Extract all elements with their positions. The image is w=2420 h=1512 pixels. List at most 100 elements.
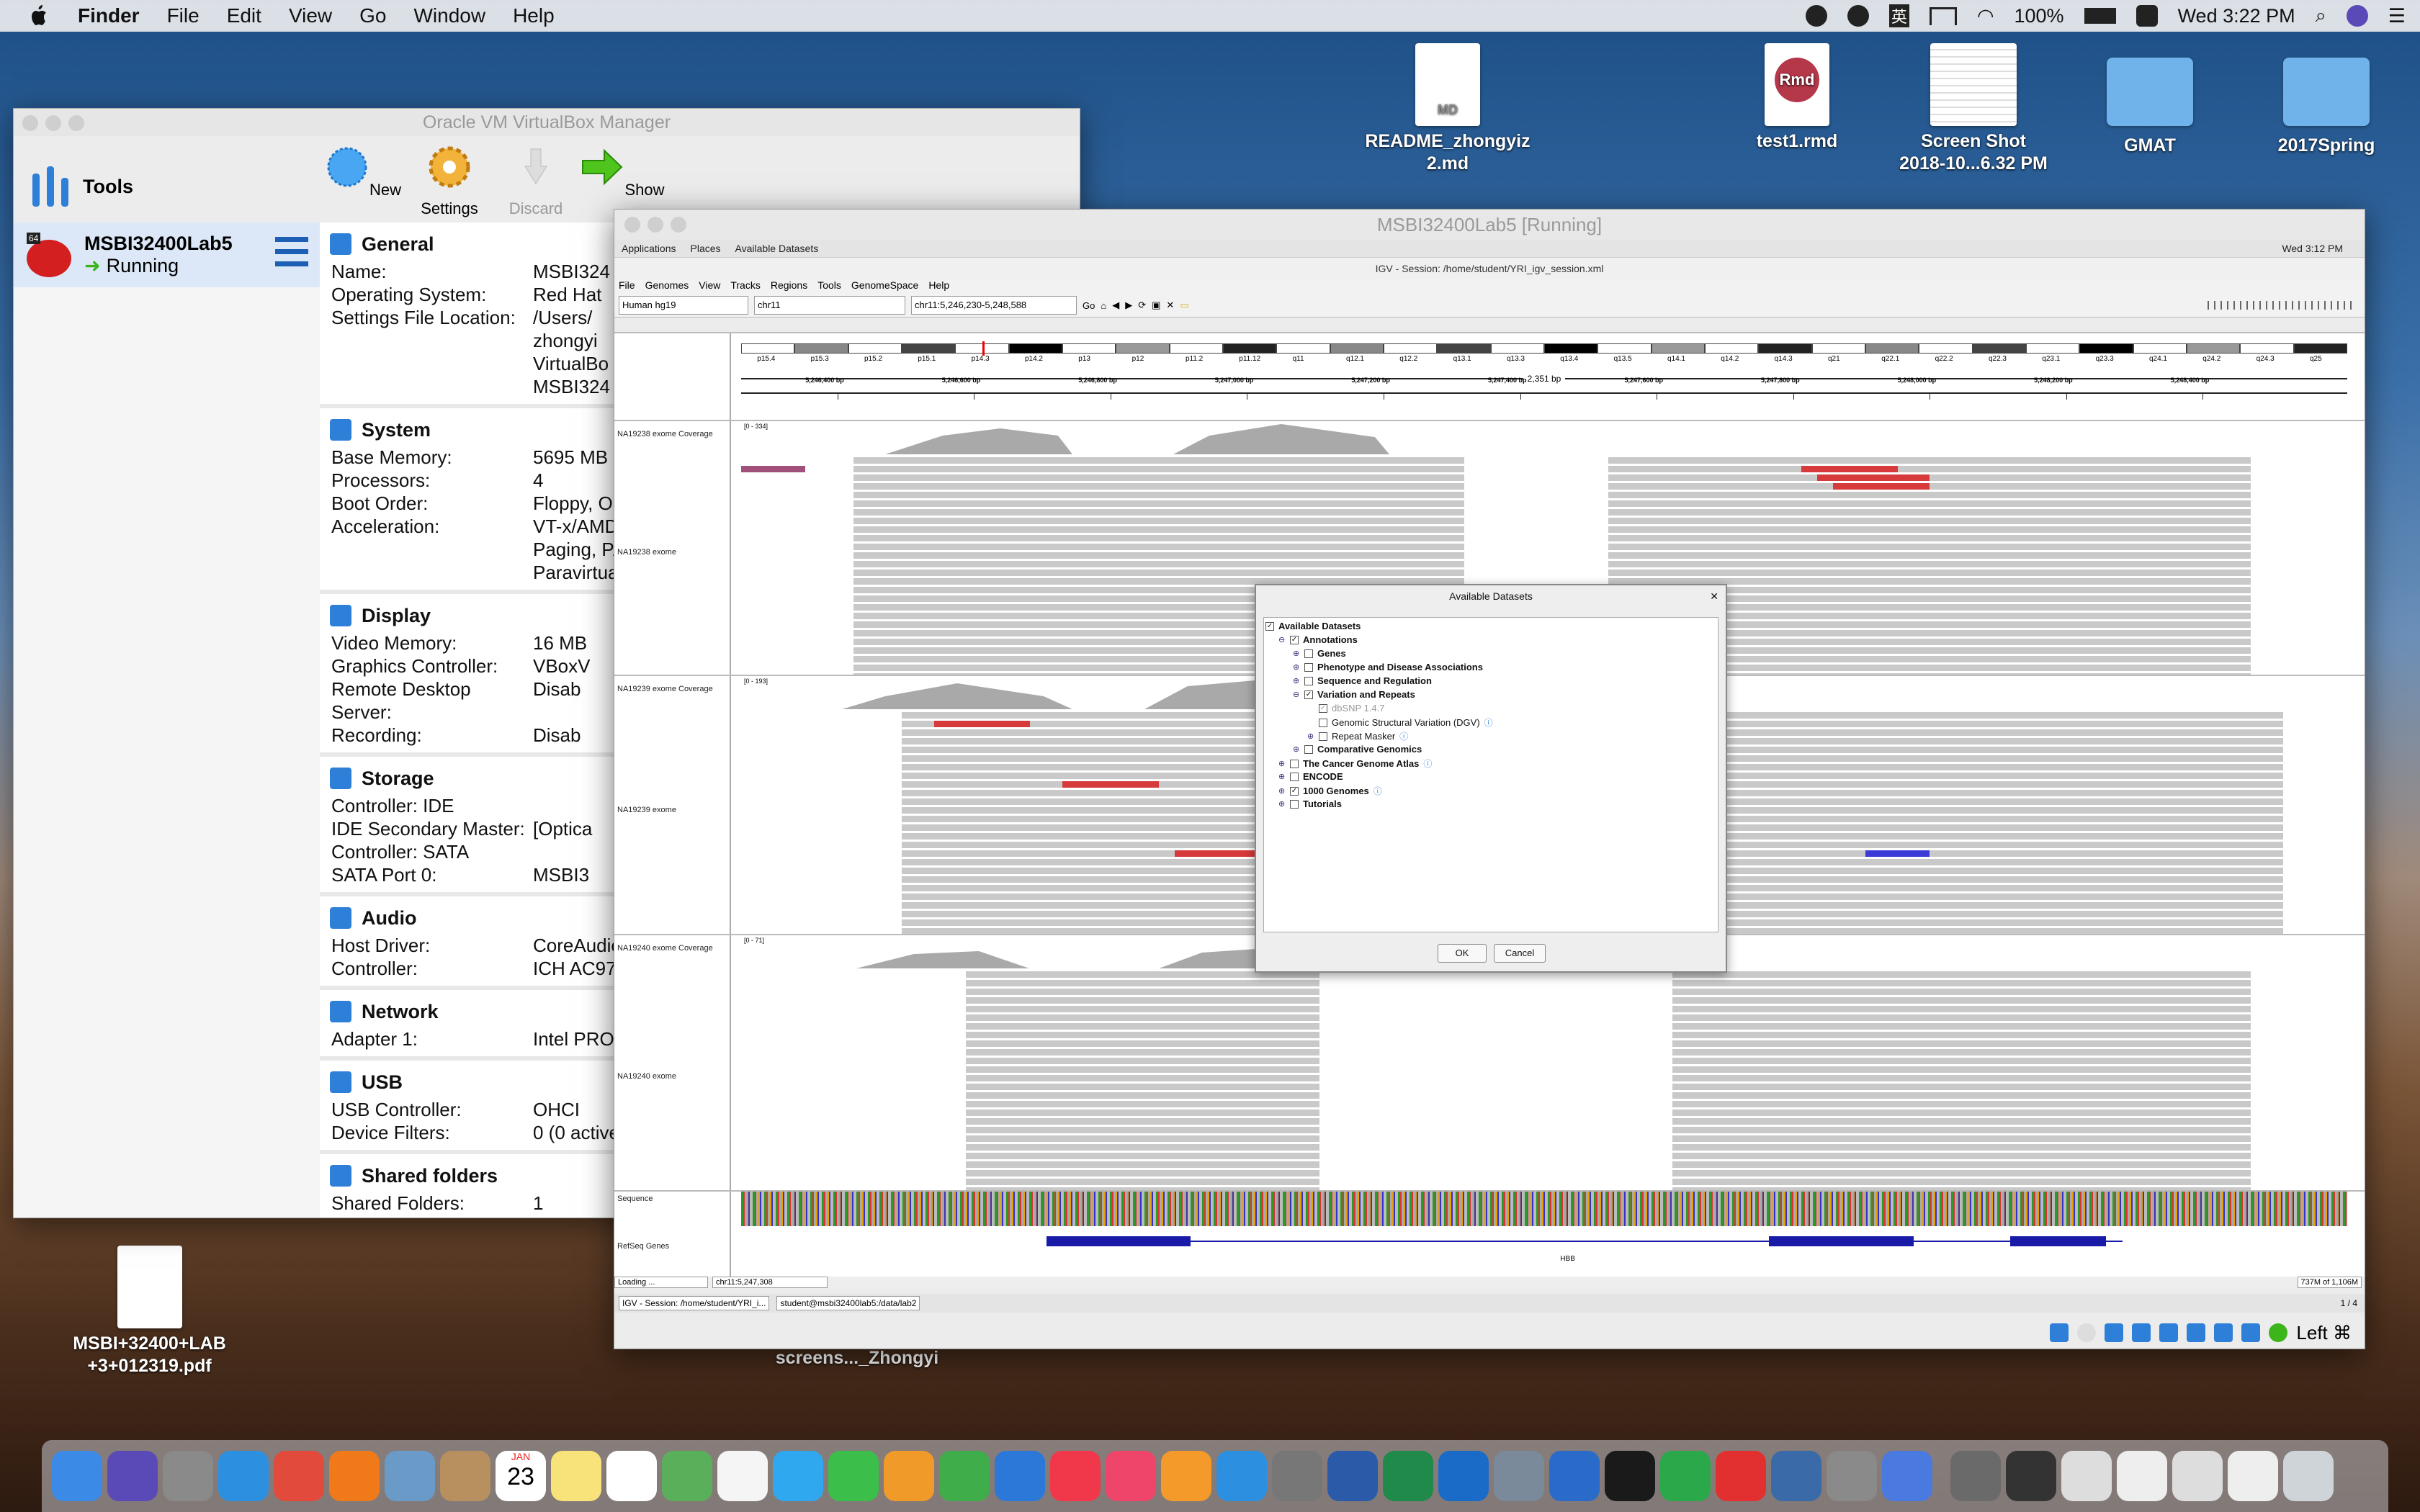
shared-folders-icon[interactable]	[2187, 1323, 2206, 1342]
cytoband[interactable]	[2240, 343, 2294, 354]
display-icon[interactable]	[2214, 1323, 2233, 1342]
back-icon[interactable]: ◀	[1112, 300, 1119, 311]
battery-icon[interactable]	[2084, 8, 2116, 24]
dataset-checkbox[interactable]	[1304, 744, 1313, 754]
minimize-button[interactable]	[45, 115, 61, 131]
forward-icon[interactable]: ▶	[1125, 300, 1132, 311]
cytoband[interactable]	[1223, 343, 1277, 354]
mouse-integration-icon[interactable]	[2241, 1323, 2261, 1342]
dataset-checkbox[interactable]	[1304, 676, 1313, 685]
news-icon[interactable]	[1050, 1451, 1101, 1501]
tools-item[interactable]: Tools	[14, 136, 320, 210]
network-icon[interactable]	[2132, 1323, 2151, 1342]
trash-icon[interactable]	[2283, 1451, 2334, 1501]
cytoband[interactable]	[2187, 343, 2241, 354]
dataset-tree-item[interactable]: ✓ dbSNP 1.4.7	[1307, 703, 1384, 714]
system-preferences-icon[interactable]	[1272, 1451, 1322, 1501]
expand-icon[interactable]: ⊕	[1293, 744, 1300, 754]
chromosome-ideogram[interactable]	[741, 341, 2347, 356]
cytoband[interactable]	[741, 343, 795, 354]
igv-menu-genomespace[interactable]: GenomeSpace	[851, 279, 918, 294]
feature-track[interactable]: HBB	[741, 1192, 2347, 1277]
app-store-icon[interactable]	[1216, 1451, 1267, 1501]
desktop-file-screenshot[interactable]: Screen Shot 2018-10...6.32 PM	[1887, 43, 2060, 175]
dataset-checkbox[interactable]	[1319, 732, 1327, 741]
igv-menu-regions[interactable]: Regions	[771, 279, 807, 294]
gnome-clock[interactable]: Wed 3:12 PM	[2282, 243, 2343, 254]
audio-icon[interactable]	[2105, 1323, 2124, 1342]
finder-icon[interactable]	[52, 1451, 102, 1501]
mismatch-read[interactable]	[741, 466, 806, 472]
downloads-stack-icon[interactable]	[2117, 1451, 2167, 1501]
info-icon[interactable]: ⓘ	[1423, 757, 1432, 770]
wifi-icon[interactable]: ◠	[1977, 5, 1994, 27]
minimize-button[interactable]	[647, 217, 663, 233]
cytoband[interactable]	[1437, 343, 1491, 354]
screenshot-app-icon[interactable]	[1950, 1451, 2001, 1501]
collapse-icon[interactable]: ⊖	[1293, 690, 1300, 699]
cytoband[interactable]	[1811, 343, 1865, 354]
dataset-tree-item[interactable]: Genomic Structural Variation (DGV) ⓘ	[1307, 716, 1493, 729]
menu-edit[interactable]: Edit	[227, 4, 261, 27]
gene-exon[interactable]	[1769, 1236, 1914, 1246]
cytoband[interactable]	[2026, 343, 2080, 354]
sequence-track-name[interactable]: Sequence	[617, 1194, 653, 1203]
ruler-track[interactable]: p15.4 p15.3 p15.2 p15.1 p14.3 p14.2 p13 p12 p11.…	[741, 333, 2347, 420]
dataset-checkbox[interactable]	[1290, 799, 1299, 809]
optical-disk-icon[interactable]	[2077, 1323, 2097, 1342]
close-button[interactable]	[624, 217, 640, 233]
dataset-tree-item[interactable]: ⊕ Repeat Masker ⓘ	[1307, 730, 1408, 742]
numbers-icon[interactable]	[939, 1451, 990, 1501]
alignment-track-name[interactable]: NA19240 exome	[617, 1072, 676, 1081]
virtualbox-icon[interactable]	[1771, 1451, 1821, 1501]
mismatch-read[interactable]	[1865, 850, 1930, 857]
harddisk-icon[interactable]	[2050, 1323, 2069, 1342]
igv-menu-file[interactable]: File	[619, 279, 635, 294]
cytoband[interactable]	[1705, 343, 1759, 354]
dataset-tree-item[interactable]: ⊕ ✓ 1000 Genomes ⓘ	[1278, 785, 1382, 797]
igv-menu-genomes[interactable]: Genomes	[645, 279, 689, 294]
cytoband[interactable]	[1169, 343, 1223, 354]
clock[interactable]: Wed 3:22 PM	[2178, 5, 2295, 27]
chrome-icon[interactable]	[274, 1451, 324, 1501]
cytoband[interactable]	[794, 343, 848, 354]
firefox-icon[interactable]	[329, 1451, 380, 1501]
dataset-tree-item[interactable]: ⊕ Tutorials	[1278, 798, 1342, 809]
info-icon[interactable]: ⓘ	[1399, 730, 1408, 742]
desktop-file-readme[interactable]: MD README_zhongyiz 2.md	[1361, 43, 1534, 175]
dataset-tree-item[interactable]: ✓ Available Datasets	[1265, 621, 1361, 631]
dataset-checkbox[interactable]	[1290, 772, 1299, 781]
cytoband[interactable]	[1758, 343, 1812, 354]
siri-icon[interactable]	[107, 1451, 158, 1501]
cytoband[interactable]	[1919, 343, 1973, 354]
alignment-track[interactable]: [0 - 71]	[741, 935, 2347, 1190]
dataset-tree-item[interactable]: ⊕ Phenotype and Disease Associations	[1293, 662, 1483, 672]
mismatch-read[interactable]	[1062, 781, 1159, 788]
cytoband[interactable]	[1490, 343, 1544, 354]
mismatch-read[interactable]	[1833, 483, 1930, 490]
desktop-file-test1[interactable]: Rmd test1.rmd	[1714, 43, 1880, 153]
roi-icon[interactable]: ▣	[1152, 300, 1160, 311]
dataset-checkbox[interactable]: ✓	[1265, 621, 1274, 631]
close-button[interactable]	[22, 115, 38, 131]
menu-finder[interactable]: Finder	[78, 4, 140, 27]
photos-icon[interactable]	[717, 1451, 768, 1501]
dataset-tree-item[interactable]: ⊕ The Cancer Genome Atlas ⓘ	[1278, 757, 1432, 770]
refseq-track-name[interactable]: RefSeq Genes	[617, 1242, 669, 1251]
youdao-icon[interactable]	[1716, 1451, 1766, 1501]
igv-menu-view[interactable]: View	[699, 279, 720, 294]
cytoband[interactable]	[1972, 343, 2026, 354]
menu-window[interactable]: Window	[413, 4, 485, 27]
desktop-folder-2017spring[interactable]: 2017Spring	[2240, 50, 2413, 157]
menu-help[interactable]: Help	[513, 4, 555, 27]
go-button[interactable]: Go	[1083, 300, 1095, 311]
expand-icon[interactable]: ⊕	[1293, 676, 1300, 685]
status-icon[interactable]	[1805, 5, 1827, 27]
alignment-track-name[interactable]: NA19238 exome	[617, 548, 676, 557]
gnome-places-menu[interactable]: Places	[691, 243, 721, 254]
maps-icon[interactable]	[662, 1451, 712, 1501]
cytoband[interactable]	[1330, 343, 1384, 354]
mismatch-read[interactable]	[1817, 474, 1930, 481]
excel-icon[interactable]	[1383, 1451, 1433, 1501]
pages-icon[interactable]	[884, 1451, 934, 1501]
